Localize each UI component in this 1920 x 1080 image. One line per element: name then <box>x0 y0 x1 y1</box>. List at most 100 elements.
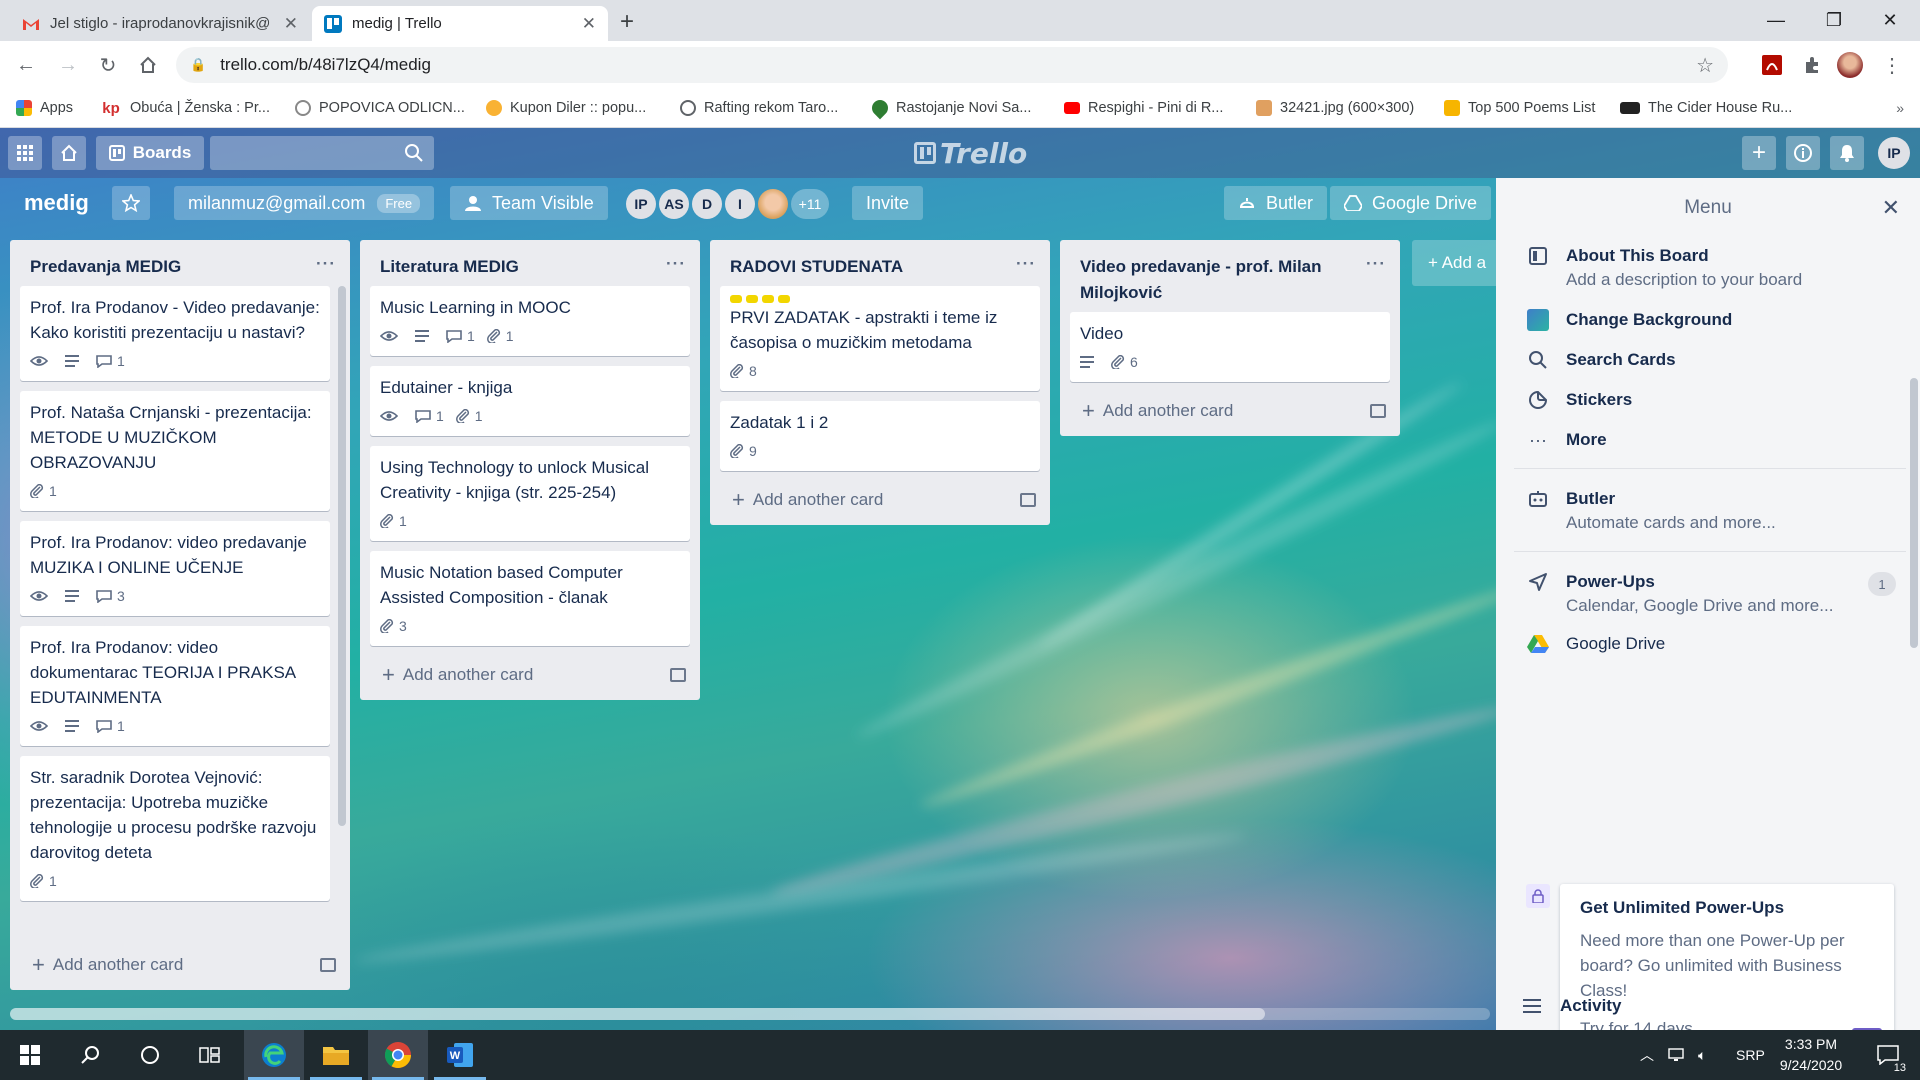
card[interactable]: Prof. Ira Prodanov - Video predavanje: K… <box>20 286 330 381</box>
card[interactable]: Using Technology to unlock Musical Creat… <box>370 446 690 541</box>
card[interactable]: Music Notation based Computer Assisted C… <box>370 551 690 646</box>
member-avatar[interactable]: D <box>692 189 722 219</box>
list-header[interactable]: Predavanja MEDIG ··· <box>10 240 350 286</box>
user-avatar[interactable]: IP <box>1878 137 1910 169</box>
tab-trello[interactable]: medig | Trello ✕ <box>312 6 608 41</box>
board-horizontal-scrollbar[interactable] <box>10 1008 1490 1020</box>
card[interactable]: PRVI ZADATAK - apstrakti i teme iz časop… <box>720 286 1040 391</box>
menu-scrollbar[interactable] <box>1910 378 1918 648</box>
bookmark-cider-house[interactable]: The Cider House Ru... <box>1620 95 1792 121</box>
member-avatar[interactable]: AS <box>659 189 689 219</box>
google-drive-button[interactable]: Google Drive <box>1330 186 1492 220</box>
menu-item-stickers[interactable]: Stickers <box>1496 382 1920 416</box>
close-tab-icon[interactable]: ✕ <box>582 14 596 34</box>
butler-button[interactable]: Butler <box>1224 186 1328 220</box>
apps-switcher-icon[interactable] <box>8 136 42 170</box>
board-title[interactable]: medig <box>14 186 99 220</box>
bookmark-obuca[interactable]: kp Obuća | Ženska : Pr... <box>100 95 270 121</box>
bookmark-respighi[interactable]: Respighi - Pini di R... <box>1064 95 1223 121</box>
tab-gmail[interactable]: Jel stiglo - iraprodanovkrajisnik@ ✕ <box>10 6 310 41</box>
card-template-icon[interactable] <box>670 668 686 682</box>
bookmark-poems[interactable]: Top 500 Poems List <box>1444 95 1595 121</box>
member-avatar[interactable]: IP <box>626 189 656 219</box>
star-board-icon[interactable] <box>112 186 150 220</box>
card-template-icon[interactable] <box>1020 493 1036 507</box>
menu-item-about[interactable]: About This Board Add a description to you… <box>1496 238 1920 296</box>
maximize-icon[interactable]: ❐ <box>1806 0 1862 41</box>
visibility-button[interactable]: Team Visible <box>450 186 608 220</box>
list-header[interactable]: Literatura MEDIG ··· <box>360 240 700 286</box>
extensions-puzzle-icon[interactable] <box>1798 51 1826 79</box>
address-bar[interactable]: 🔒 trello.com/b/48i7lzQ4/medig ☆ <box>176 47 1728 83</box>
menu-item-activity[interactable]: Activity <box>1496 988 1645 1022</box>
card[interactable]: Zadatak 1 i 2 9 <box>720 401 1040 471</box>
pdf-extension-icon[interactable] <box>1758 51 1786 79</box>
profile-avatar[interactable] <box>1836 51 1864 79</box>
menu-item-google-drive[interactable]: Google Drive <box>1496 626 1920 660</box>
menu-item-search-cards[interactable]: Search Cards <box>1496 342 1920 376</box>
card[interactable]: Video 6 <box>1070 312 1390 382</box>
card[interactable]: Edutainer - knjiga 1 1 <box>370 366 690 436</box>
chrome-menu-icon[interactable]: ⋮ <box>1878 51 1906 79</box>
add-card-button[interactable]: + Add another card <box>10 946 350 990</box>
chrome-taskbar-icon[interactable] <box>368 1030 428 1080</box>
member-avatar[interactable]: I <box>725 189 755 219</box>
card[interactable]: Music Learning in MOOC 1 1 <box>370 286 690 356</box>
home-button[interactable] <box>52 136 86 170</box>
add-card-button[interactable]: + Add another card <box>360 656 700 700</box>
bookmark-image[interactable]: 32421.jpg (600×300) <box>1256 95 1414 121</box>
back-icon[interactable]: ← <box>12 51 40 79</box>
bookmark-apps[interactable]: Apps <box>16 95 73 121</box>
menu-item-change-background[interactable]: Change Background <box>1496 302 1920 336</box>
invite-button[interactable]: Invite <box>852 186 924 220</box>
card-template-icon[interactable] <box>320 958 336 972</box>
home-icon[interactable] <box>134 51 162 79</box>
menu-item-more[interactable]: ··· More <box>1496 422 1920 456</box>
show-hidden-icons[interactable]: ︿ <box>1640 1030 1654 1080</box>
forward-icon[interactable]: → <box>54 51 82 79</box>
list-scrollbar[interactable] <box>338 286 346 826</box>
bookmark-kupon[interactable]: Kupon Diler :: popu... <box>486 95 646 121</box>
scrollbar-thumb[interactable] <box>10 1008 1265 1020</box>
menu-item-butler[interactable]: Butler Automate cards and more... <box>1496 481 1920 539</box>
info-icon[interactable] <box>1786 136 1820 170</box>
file-explorer-icon[interactable] <box>306 1030 366 1080</box>
add-card-button[interactable]: + Add another card <box>1060 392 1400 436</box>
card[interactable]: Prof. Nataša Crnjanski - prezentacija: M… <box>20 391 330 511</box>
add-card-button[interactable]: + Add another card <box>710 481 1050 525</box>
task-view-icon[interactable] <box>180 1030 240 1080</box>
bookmark-rastojanje[interactable]: Rastojanje Novi Sa... <box>868 95 1031 121</box>
trello-logo[interactable]: Trello <box>914 136 1027 170</box>
word-taskbar-icon[interactable]: W <box>430 1030 490 1080</box>
close-tab-icon[interactable]: ✕ <box>284 14 298 34</box>
workspace-button[interactable]: milanmuz@gmail.com Free <box>174 186 435 220</box>
close-window-icon[interactable]: ✕ <box>1862 0 1918 41</box>
bookmarks-overflow-icon[interactable]: » <box>1896 100 1904 116</box>
reload-icon[interactable]: ↻ <box>94 51 122 79</box>
list-menu-icon[interactable]: ··· <box>666 254 686 274</box>
list-menu-icon[interactable]: ··· <box>1016 254 1036 274</box>
bookmark-star-icon[interactable]: ☆ <box>1696 53 1714 78</box>
input-language[interactable]: SRP <box>1736 1030 1765 1080</box>
new-tab-icon[interactable]: + <box>620 8 634 36</box>
list-menu-icon[interactable]: ··· <box>1366 254 1386 274</box>
cortana-icon[interactable] <box>120 1030 180 1080</box>
notifications-bell-icon[interactable] <box>1830 136 1864 170</box>
action-center-icon[interactable]: 13 <box>1866 1030 1910 1080</box>
network-icon[interactable] <box>1668 1030 1688 1080</box>
close-menu-icon[interactable]: ✕ <box>1882 195 1900 221</box>
card[interactable]: Prof. Ira Prodanov: video predavanje MUZ… <box>20 521 330 616</box>
member-photo-avatar[interactable] <box>758 189 788 219</box>
windows-start-icon[interactable] <box>0 1030 60 1080</box>
list-header[interactable]: RADOVI STUDENATA ··· <box>710 240 1050 286</box>
search-icon[interactable] <box>60 1030 120 1080</box>
search-input[interactable] <box>210 136 434 170</box>
volume-icon[interactable]: 🔈︎ <box>1698 1030 1706 1080</box>
card[interactable]: Str. saradnik Dorotea Vejnović: prezenta… <box>20 756 330 901</box>
minimize-icon[interactable]: — <box>1748 0 1804 41</box>
boards-button[interactable]: Boards <box>96 136 204 170</box>
bookmark-popovica[interactable]: POPOVICA ODLICN... <box>295 95 465 121</box>
card[interactable]: Prof. Ira Prodanov: video dokumentarac T… <box>20 626 330 746</box>
card-labels[interactable] <box>730 295 1030 303</box>
menu-item-power-ups[interactable]: Power-Ups Calendar, Google Drive and more… <box>1496 564 1920 622</box>
